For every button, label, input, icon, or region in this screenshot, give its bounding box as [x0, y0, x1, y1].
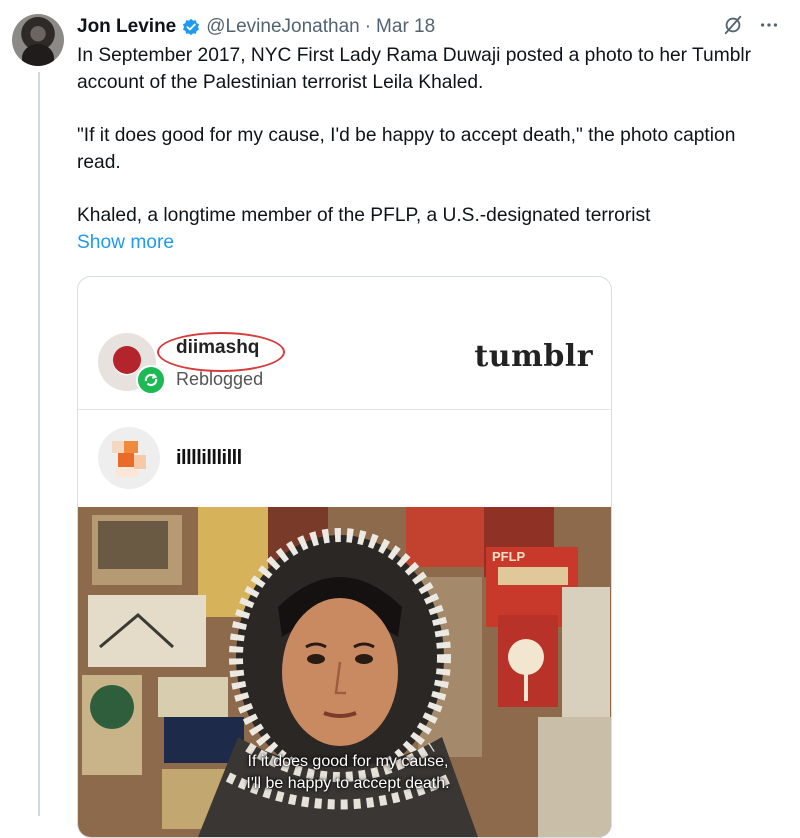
original-poster-row: illllilllilll: [78, 411, 611, 507]
tweet-paragraph: In September 2017, NYC First Lady Rama D…: [77, 45, 752, 93]
tumblr-post-header: diimashq Reblogged tumblr: [78, 277, 611, 410]
author-handle[interactable]: @LevineJonathan: [206, 16, 359, 38]
separator-dot: ·: [364, 16, 372, 37]
tweet-actions-top: [722, 14, 780, 36]
author-avatar[interactable]: [12, 14, 64, 66]
embedded-photo: PFLP If it does good for my cause, I'll …: [78, 507, 611, 837]
more-options-icon[interactable]: [758, 14, 780, 36]
tweet-paragraph: Khaled, a longtime member of the PFLP, a…: [77, 205, 651, 226]
tumblr-username: diimashq: [176, 337, 260, 358]
tweet-text: In September 2017, NYC First Lady Rama D…: [77, 43, 767, 230]
reblog-icon: [136, 365, 166, 395]
blurred-avatar: [98, 427, 160, 489]
tweet-date[interactable]: Mar 18: [376, 16, 435, 38]
original-poster-name: illllilllilll: [176, 447, 242, 469]
reblogged-label: Reblogged: [176, 369, 264, 389]
poster-text: PFLP: [492, 549, 526, 564]
photo-caption-line-1: If it does good for my cause,: [247, 753, 449, 770]
photo-caption-line-2: I'll be happy to accept death.: [246, 775, 450, 792]
grok-icon[interactable]: [722, 14, 744, 36]
tumblr-logo: tumblr: [474, 339, 593, 374]
show-more-link[interactable]: Show more: [77, 232, 174, 254]
embedded-image-card[interactable]: diimashq Reblogged tumblr illllilllilll: [77, 276, 612, 838]
tweet-header: Jon Levine @LevineJonathan · Mar 18: [77, 14, 435, 40]
tweet-paragraph: "If it does good for my cause, I'd be ha…: [77, 125, 736, 173]
author-name[interactable]: Jon Levine: [77, 16, 176, 38]
verified-badge-icon: [183, 18, 200, 36]
thread-line: [38, 72, 40, 816]
